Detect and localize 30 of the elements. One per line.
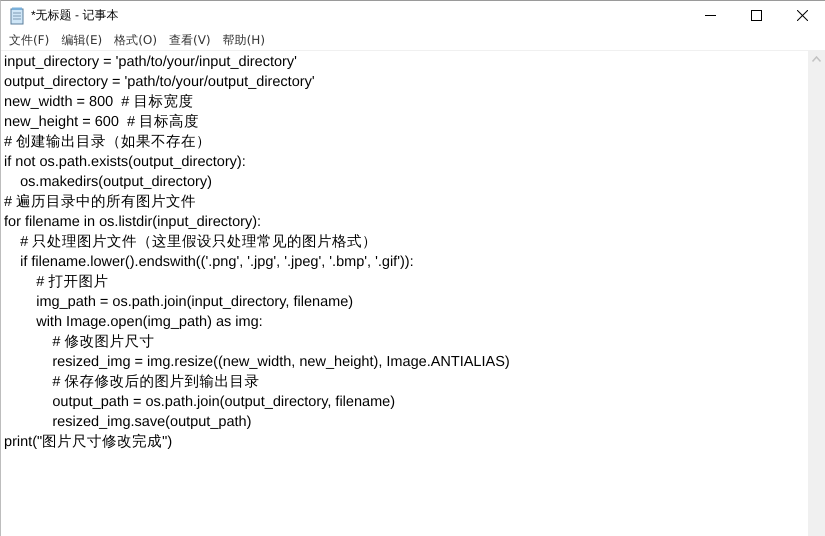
code-line: # 保存修改后的图片到输出目录: [51, 373, 260, 392]
code-line: with Image.open(img_path) as img:: [35, 313, 264, 332]
code-line: for filename in os.listdir(input_directory):: [4, 213, 262, 232]
code-line: img_path = os.path.join(input_directory, filename): [35, 293, 354, 312]
code-line: # 打开图片: [35, 273, 110, 292]
code-line: print("图片尺寸修改完成"): [4, 432, 174, 452]
code-line: input_directory = 'path/to/your/input_directory': [4, 53, 298, 72]
code-line: output_path = os.path.join(output_directory, filename): [51, 393, 396, 412]
code-line: new_width = 800 # 目标宽度: [4, 92, 194, 112]
code-line: new_height = 600 # 目标高度: [4, 112, 200, 132]
code-line: resized_img = img.resize((new_width, new_height), Image.ANTIALIAS): [51, 353, 511, 372]
scrollbar[interactable]: [808, 51, 825, 536]
code-line: # 修改图片尺寸: [51, 333, 156, 352]
code-line: resized_img.save(output_path): [51, 413, 252, 432]
code-line: os.makedirs(output_directory): [19, 173, 213, 192]
notepad-icon: [9, 6, 25, 24]
code-line: if filename.lower().endswith(('.png', '.jpg', '.jpeg', '.bmp', '.gif')):: [19, 253, 415, 272]
close-icon[interactable]: [796, 10, 808, 21]
code-line: output_directory = 'path/to/your/output_directory': [4, 73, 316, 92]
menu-item[interactable]: 格式(O): [108, 30, 164, 50]
code-line: # 只处理图片文件（这里假设只处理常见的图片格式）: [19, 233, 378, 252]
menu-item[interactable]: 编辑(E): [55, 30, 108, 50]
window-title: *无标题 - 记事本: [31, 7, 120, 24]
menu-item[interactable]: 帮助(H): [216, 30, 271, 50]
code-line: # 创建输出目录（如果不存在）: [4, 133, 212, 152]
menu-item[interactable]: 查看(V): [163, 30, 217, 50]
code-line: # 遍历目录中的所有图片文件: [4, 192, 198, 212]
menu-item[interactable]: 文件(F): [3, 30, 56, 50]
code-line: if not os.path.exists(output_directory):: [4, 153, 247, 172]
maximize-icon[interactable]: [750, 10, 762, 21]
